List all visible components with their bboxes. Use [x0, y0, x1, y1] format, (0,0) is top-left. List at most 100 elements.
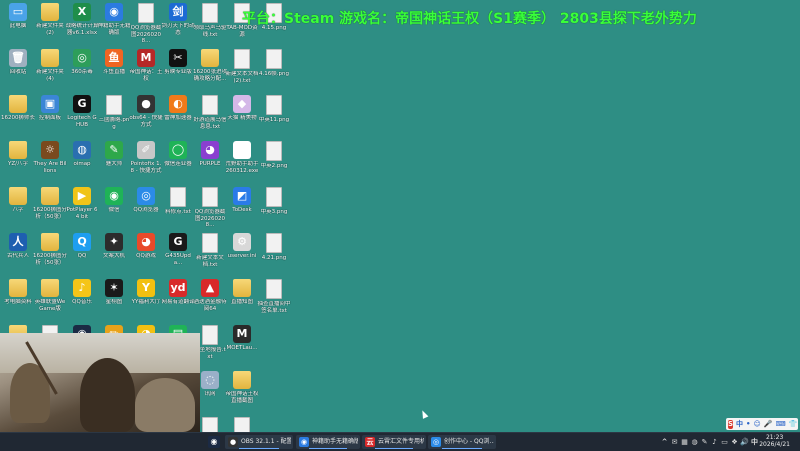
desktop-icon[interactable]: M MOETLau... — [225, 325, 259, 371]
steam-icon[interactable]: ◉ — [208, 436, 220, 448]
desktop-icon[interactable]: 🗑 回收站 — [1, 49, 35, 95]
taskbar-app-yunxiao[interactable]: 云云霄汇文件专用机箱 — [362, 435, 426, 449]
desktop-icon[interactable]: QQ浏览器截图20260208... — [129, 3, 163, 49]
desktop-icon[interactable]: ⚙ userver.ini — [225, 233, 259, 279]
ime-item[interactable]: • — [746, 418, 750, 430]
desktop-icon[interactable]: Y YY福利大厅 — [129, 279, 163, 325]
tray-icon[interactable]: ❖ — [730, 436, 739, 448]
desktop-icon-label: 16200张进攻确攻略分配... — [193, 69, 227, 82]
desktop-icon[interactable]: 鱼斗鱼直播 — [97, 49, 131, 95]
tray-icon[interactable]: ✎ — [700, 436, 709, 448]
desktop-icon[interactable]: 16200狮图分析（50张） — [33, 187, 67, 233]
desktop-icon[interactable]: ◯ 微信连业器 — [161, 141, 195, 187]
desktop-icon[interactable]: ◉ 神籍助手无籍确版 — [97, 3, 131, 49]
tray-icon[interactable]: ◍ — [690, 436, 699, 448]
ime-item[interactable]: 👕 — [789, 418, 798, 430]
desktop-icon-label: 斗鱼直播 — [102, 69, 125, 75]
desktop-icon[interactable]: ◩ ToDesk — [225, 187, 259, 233]
taskbar-clock[interactable]: 21:23 2026/4/21 — [759, 434, 790, 448]
desktop-icon[interactable]: ◍ oimap — [65, 141, 99, 187]
desktop-icon[interactable]: yd 网易有道翻译 — [161, 279, 195, 325]
app-icon: ▣ — [41, 95, 59, 113]
desktop-icon[interactable]: 三國籌略.png — [97, 95, 131, 141]
desktop-icon-label: 新建文件夹(2) — [36, 23, 64, 36]
desktop-icon[interactable]: M 帝国神话：王权 — [129, 49, 163, 95]
desktop-icon[interactable]: QQ浏览器截图20260208... — [193, 187, 227, 233]
taskbar-app-obs[interactable]: ●OBS 32.1.1 - 配置... — [225, 435, 293, 449]
desktop-icon[interactable]: ♪ QQ音乐 — [65, 279, 99, 325]
desktop-icon[interactable]: ◉ 微信 — [97, 187, 131, 233]
desktop-icon[interactable]: 中英2.png — [257, 141, 291, 187]
desktop-icon[interactable]: ◎ QQ浏览器 — [129, 187, 163, 233]
app-icon: 🗑 — [9, 49, 27, 67]
desktop-icon[interactable]: 16200狮图分析（50张） — [33, 233, 67, 279]
desktop-icon[interactable]: ✶ 星栩图 — [97, 279, 131, 325]
folder-icon — [233, 279, 251, 297]
ime-item[interactable]: ☺ — [754, 418, 761, 430]
desktop-icon[interactable]: 新建文本文档(3).txt — [225, 417, 259, 432]
tray-icon[interactable]: ▦ — [680, 436, 689, 448]
desktop-icon[interactable]: ◆ 天猫 精美物 — [225, 95, 259, 141]
desktop-icon[interactable]: ✦ 文案大机 — [97, 233, 131, 279]
desktop-icon[interactable]: 八字 — [1, 187, 35, 233]
desktop-icon[interactable]: 料修点.txt — [161, 187, 195, 233]
desktop-icon[interactable]: ◕ QQ游戏 — [129, 233, 163, 279]
desktop-icon[interactable]: ⌂ 荒野助手助手260312.exe — [225, 141, 259, 187]
desktop-icon[interactable]: ✂ 剪映专业版 — [161, 49, 195, 95]
desktop-icon-label: QQ音乐 — [72, 299, 92, 305]
desktop-icon[interactable]: 中英11.png — [257, 95, 291, 141]
desktop-icon[interactable]: ✎ 魅大师 — [97, 141, 131, 187]
tray-icon[interactable]: 🔊 — [740, 436, 749, 448]
desktop-icon[interactable]: Q QQ — [65, 233, 99, 279]
desktop-icon[interactable]: ▶ PotPlayer 64 bit — [65, 187, 99, 233]
desktop-icon[interactable]: 新建文本文档.txt — [193, 233, 227, 279]
ime-item[interactable]: 中 — [736, 418, 743, 430]
ime-sogou-icon[interactable]: S — [728, 419, 734, 429]
desktop-icon[interactable]: ◎ 360杀毒 — [65, 49, 99, 95]
desktop-icon[interactable]: 领取马声马驱线.txt — [193, 3, 227, 49]
desktop-icon[interactable]: ▣ 控制面板 — [33, 95, 67, 141]
desktop-icon[interactable]: YZ/八字 — [1, 141, 35, 187]
tray-icon[interactable]: ♪ — [710, 436, 719, 448]
ime-toolbar[interactable]: S 中 • ☺ 🎤 ⌨ 👕 ⋯ AI — [726, 418, 798, 430]
tray-icon[interactable]: ✉ — [670, 436, 679, 448]
desktop-icon[interactable]: ✐ Pointofix 1.8 - 快捷方式 — [129, 141, 163, 187]
file-icon — [266, 141, 282, 161]
desktop-icon[interactable]: 抽查直播间中签名单.txt — [257, 279, 291, 325]
desktop-icon[interactable]: 新建文件夹(4) — [33, 49, 67, 95]
taskbar-app-shenji[interactable]: ◉神籍助手无籍确版 ... — [296, 435, 360, 449]
desktop-icon[interactable]: 中英3.png — [257, 187, 291, 233]
desktop-icon[interactable]: 好游道展马信息息.txt — [193, 95, 227, 141]
desktop-icon[interactable]: 帝国神话王权直播截图 — [225, 371, 259, 417]
desktop-icon[interactable]: ◐ 雷神加速器 — [161, 95, 195, 141]
taskbar-app-qq-creator[interactable]: ◎ 创作中心 - QQ浏... — [428, 435, 496, 449]
desktop-icon[interactable]: X 战略统计计算器v6.1.xlsx — [65, 3, 99, 49]
ime-item[interactable]: ⌨ — [776, 418, 786, 430]
desktop-icon[interactable]: ◕ PURPLE — [193, 141, 227, 187]
app-icon: ♪ — [73, 279, 91, 297]
desktop-icon[interactable]: G G435Upda... — [161, 233, 195, 279]
desktop-icon[interactable]: 4.16帧.png — [257, 49, 291, 95]
desktop-icon[interactable]: 考电脑资料 — [1, 279, 35, 325]
desktop-icon[interactable]: 剑剑刃天下的动态 — [161, 3, 195, 49]
desktop-icon[interactable]: ☼ They Are Billions — [33, 141, 67, 187]
tray-icon[interactable]: ▭ — [720, 436, 729, 448]
desktop-icon[interactable]: 新建文件夹(2) — [33, 3, 67, 49]
desktop-icon[interactable]: 英雄联盟WeGame版 — [33, 279, 67, 325]
desktop-icon[interactable]: 人古代兵人 — [1, 233, 35, 279]
desktop-icon[interactable]: 直播知图 — [225, 279, 259, 325]
desktop-icon[interactable]: G Logitech G HUB — [65, 95, 99, 141]
tray-icon[interactable]: ^ — [660, 436, 669, 448]
desktop-icon[interactable]: 4.21.png — [257, 233, 291, 279]
desktop-icon[interactable]: ● obs64 - 快捷方式 — [129, 95, 163, 141]
app-icon: ◆ — [233, 95, 251, 113]
tray-icon[interactable]: 中 — [750, 436, 759, 448]
desktop-icon[interactable]: ▲ 酒送酒金融待阅64 — [193, 279, 227, 325]
file-icon — [106, 95, 122, 115]
desktop-icon[interactable]: 16200狮帅长 — [1, 95, 35, 141]
desktop-icon[interactable]: ▭ 此电脑 — [1, 3, 35, 49]
clock-date: 2026/4/21 — [759, 441, 790, 448]
ime-item[interactable]: 🎤 — [764, 418, 773, 430]
desktop-icon[interactable]: 16200张进攻确攻略分配... — [193, 49, 227, 95]
desktop-icon[interactable]: 新建文本文档(2).txt — [225, 49, 259, 95]
